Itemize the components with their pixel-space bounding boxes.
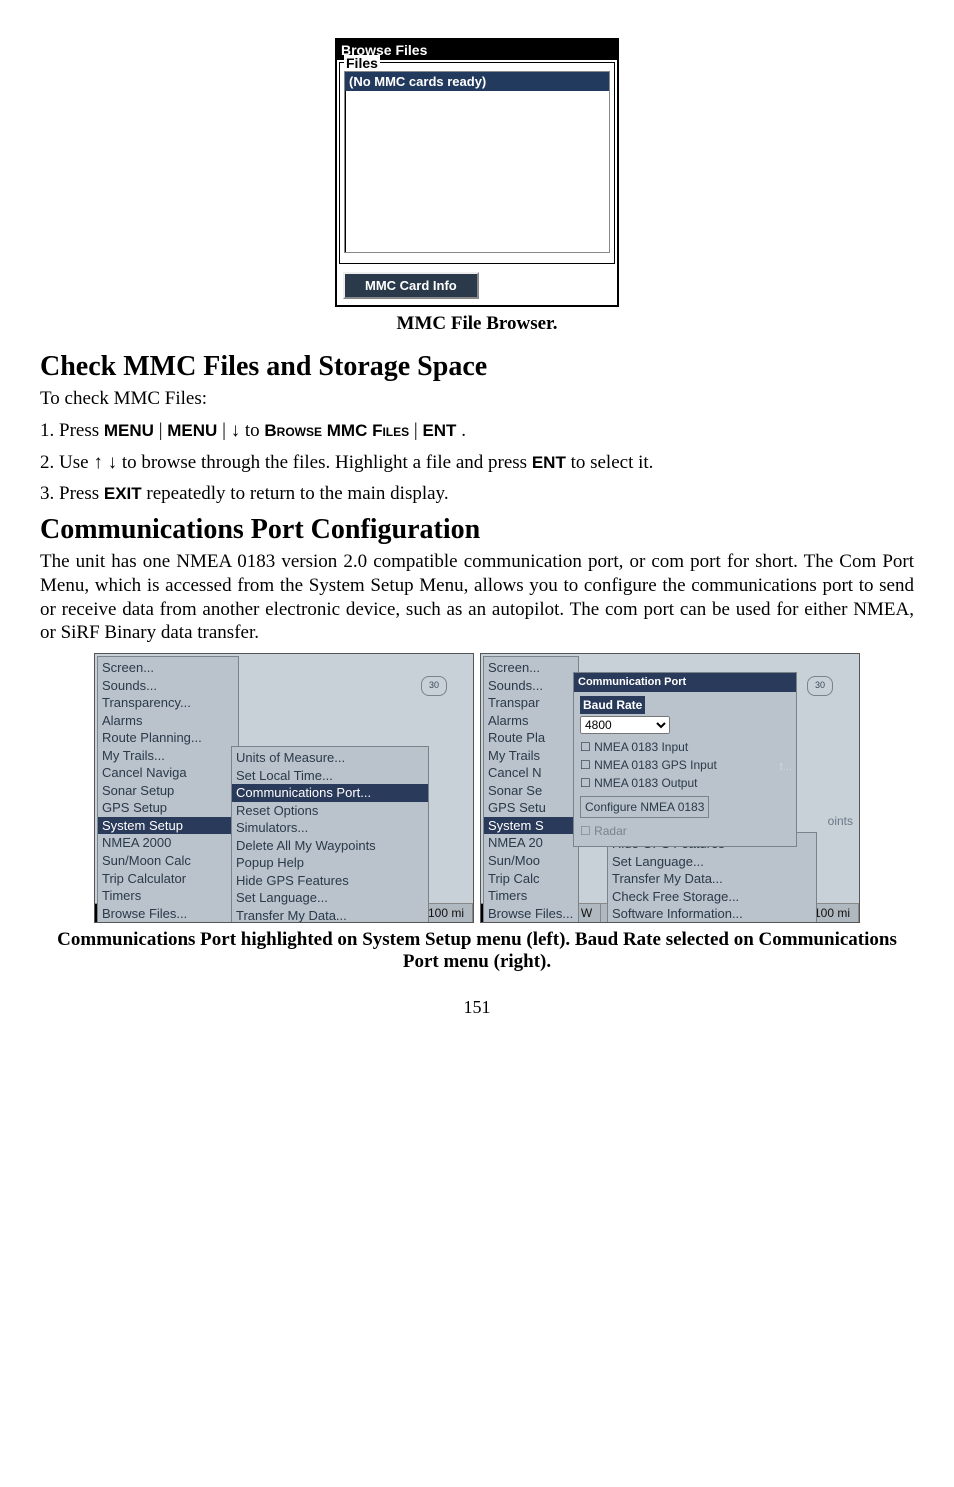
- menu-item[interactable]: Browse Files...: [102, 905, 234, 923]
- heading-check-mmc: Check MMC Files and Storage Space: [40, 351, 914, 383]
- menu-item-selected[interactable]: System S: [484, 817, 578, 835]
- step-2: 2. Use ↑ ↓ to browse through the files. …: [40, 451, 914, 475]
- browse-caption: MMC File Browser.: [40, 313, 914, 335]
- step2-a: 2. Use: [40, 452, 89, 473]
- menu-item[interactable]: Trip Calc: [488, 870, 574, 888]
- step1-menu1: MENU: [104, 421, 154, 440]
- left-sub-menu[interactable]: Units of Measure... Set Local Time... Co…: [231, 746, 429, 923]
- step2-c: to select it.: [571, 452, 654, 473]
- down-arrow-icon: ↓: [231, 420, 241, 441]
- step-3: 3. Press EXIT repeatedly to return to th…: [40, 482, 914, 506]
- nmea-output-checkbox[interactable]: NMEA 0183 Output: [580, 774, 790, 792]
- radar-checkbox[interactable]: Radar: [580, 822, 790, 840]
- menu-item[interactable]: Sun/Moon Calc: [102, 852, 234, 870]
- step1-to: to: [245, 420, 265, 441]
- menu-item[interactable]: Sounds...: [488, 677, 574, 695]
- submenu-item[interactable]: Popup Help: [236, 854, 424, 872]
- step3-b: repeatedly to return to the main display…: [146, 483, 448, 504]
- heading-comm-port: Communications Port Configuration: [40, 514, 914, 546]
- menu-item[interactable]: GPS Setu: [488, 799, 574, 817]
- menu-item[interactable]: Alarms: [102, 712, 234, 730]
- page-number: 151: [40, 997, 914, 1018]
- figure-browse-files: Browse Files Files (No MMC cards ready) …: [40, 38, 914, 307]
- menu-item[interactable]: My Trails...: [102, 747, 234, 765]
- menu-item[interactable]: Cancel N: [488, 764, 574, 782]
- submenu-item[interactable]: Transfer My Data...: [236, 907, 424, 923]
- menu-item[interactable]: NMEA 2000: [102, 834, 234, 852]
- files-list[interactable]: (No MMC cards ready): [344, 71, 610, 253]
- browse-window: Browse Files Files (No MMC cards ready) …: [335, 38, 619, 307]
- browse-buttonbar: MMC Card Info: [337, 266, 617, 305]
- step1-a: 1. Press: [40, 420, 104, 441]
- submenu-item[interactable]: Delete All My Waypoints: [236, 837, 424, 855]
- submenu-item[interactable]: Set Language...: [612, 853, 812, 871]
- files-group-label: Files: [344, 55, 380, 71]
- menu-item[interactable]: Sun/Moo: [488, 852, 574, 870]
- menu-item[interactable]: Alarms: [488, 712, 574, 730]
- submenu-item[interactable]: Reset Options: [236, 802, 424, 820]
- step2-ent: ENT: [532, 453, 566, 472]
- right-device-window: 30 oints Screen... Sounds... Transpar Al…: [480, 653, 860, 923]
- comm-body: The unit has one NMEA 0183 version 2.0 c…: [40, 550, 914, 645]
- updown-arrow-icon: ↑ ↓: [93, 452, 117, 473]
- menu-item[interactable]: Sounds...: [102, 677, 234, 695]
- nmea-gps-input-checkbox[interactable]: NMEA 0183 GPS Input: [580, 756, 790, 774]
- submenu-item-selected[interactable]: Communications Port...: [232, 784, 428, 802]
- figure-comm-menus: 30 Screen... Sounds... Transparency... A…: [40, 653, 914, 923]
- nmea-input-checkbox[interactable]: NMEA 0183 Input: [580, 738, 790, 756]
- step1-pipe2: |: [222, 420, 231, 441]
- menu-item[interactable]: Sonar Setup: [102, 782, 234, 800]
- menu-item-selected[interactable]: System Setup: [98, 817, 238, 835]
- menu-item[interactable]: Cancel Naviga: [102, 764, 234, 782]
- step1-menu2: MENU: [167, 421, 217, 440]
- menu-item[interactable]: Route Pla: [488, 729, 574, 747]
- step1-end: .: [461, 420, 466, 441]
- step2-b: to browse through the files. Highlight a…: [122, 452, 532, 473]
- step1-ent: ENT: [422, 421, 456, 440]
- menu-item[interactable]: Timers: [488, 887, 574, 905]
- submenu-item[interactable]: Set Language...: [236, 889, 424, 907]
- menu-item[interactable]: My Trails: [488, 747, 574, 765]
- baud-rate-label: Baud Rate: [580, 696, 645, 714]
- menu-item[interactable]: NMEA 20: [488, 834, 574, 852]
- menu-item[interactable]: Transpar: [488, 694, 574, 712]
- left-satellite-icon: 30: [421, 676, 447, 696]
- left-main-menu[interactable]: Screen... Sounds... Transparency... Alar…: [97, 656, 239, 923]
- check-intro: To check MMC Files:: [40, 387, 914, 411]
- step3-a: 3. Press: [40, 483, 104, 504]
- menu-item[interactable]: Timers: [102, 887, 234, 905]
- right-main-menu[interactable]: Screen... Sounds... Transpar Alarms Rout…: [483, 656, 579, 923]
- files-list-selected[interactable]: (No MMC cards ready): [345, 72, 609, 91]
- step3-exit: EXIT: [104, 484, 142, 503]
- menu-item[interactable]: Browse Files...: [488, 905, 574, 923]
- step-1: 1. Press MENU | MENU | ↓ to Browse MMC F…: [40, 419, 914, 443]
- menu-item[interactable]: Screen...: [102, 659, 234, 677]
- bg-points-text: oints: [828, 814, 853, 828]
- comm-caption: Communications Port highlighted on Syste…: [40, 929, 914, 973]
- submenu-item[interactable]: Units of Measure...: [236, 749, 424, 767]
- submenu-item[interactable]: Simulators...: [236, 819, 424, 837]
- menu-item[interactable]: Route Planning...: [102, 729, 234, 747]
- menu-item[interactable]: Trip Calculator: [102, 870, 234, 888]
- mmc-card-info-button[interactable]: MMC Card Info: [343, 272, 479, 299]
- submenu-item[interactable]: Set Local Time...: [236, 767, 424, 785]
- submenu-item[interactable]: Transfer My Data...: [612, 870, 812, 888]
- submenu-item[interactable]: Software Information...: [612, 905, 812, 923]
- communication-port-dialog[interactable]: Communication Port Baud Rate 4800 NMEA 0…: [573, 672, 797, 847]
- menu-item[interactable]: GPS Setup: [102, 799, 234, 817]
- comm-dialog-title: Communication Port: [574, 673, 796, 692]
- right-satellite-icon: 30: [807, 676, 833, 696]
- step1-browse: Browse MMC Files: [264, 421, 409, 440]
- submenu-item[interactable]: Hide GPS Features: [236, 872, 424, 890]
- configure-nmea-button[interactable]: Configure NMEA 0183: [580, 796, 709, 818]
- rt-text: t...: [780, 759, 792, 776]
- files-groupbox: Files (No MMC cards ready): [339, 62, 615, 264]
- submenu-item[interactable]: Check Free Storage...: [612, 888, 812, 906]
- baud-rate-select[interactable]: 4800: [580, 716, 670, 734]
- menu-item[interactable]: Sonar Se: [488, 782, 574, 800]
- left-device-window: 30 Screen... Sounds... Transparency... A…: [94, 653, 474, 923]
- menu-item[interactable]: Transparency...: [102, 694, 234, 712]
- menu-item[interactable]: Screen...: [488, 659, 574, 677]
- step1-pipe1: |: [159, 420, 168, 441]
